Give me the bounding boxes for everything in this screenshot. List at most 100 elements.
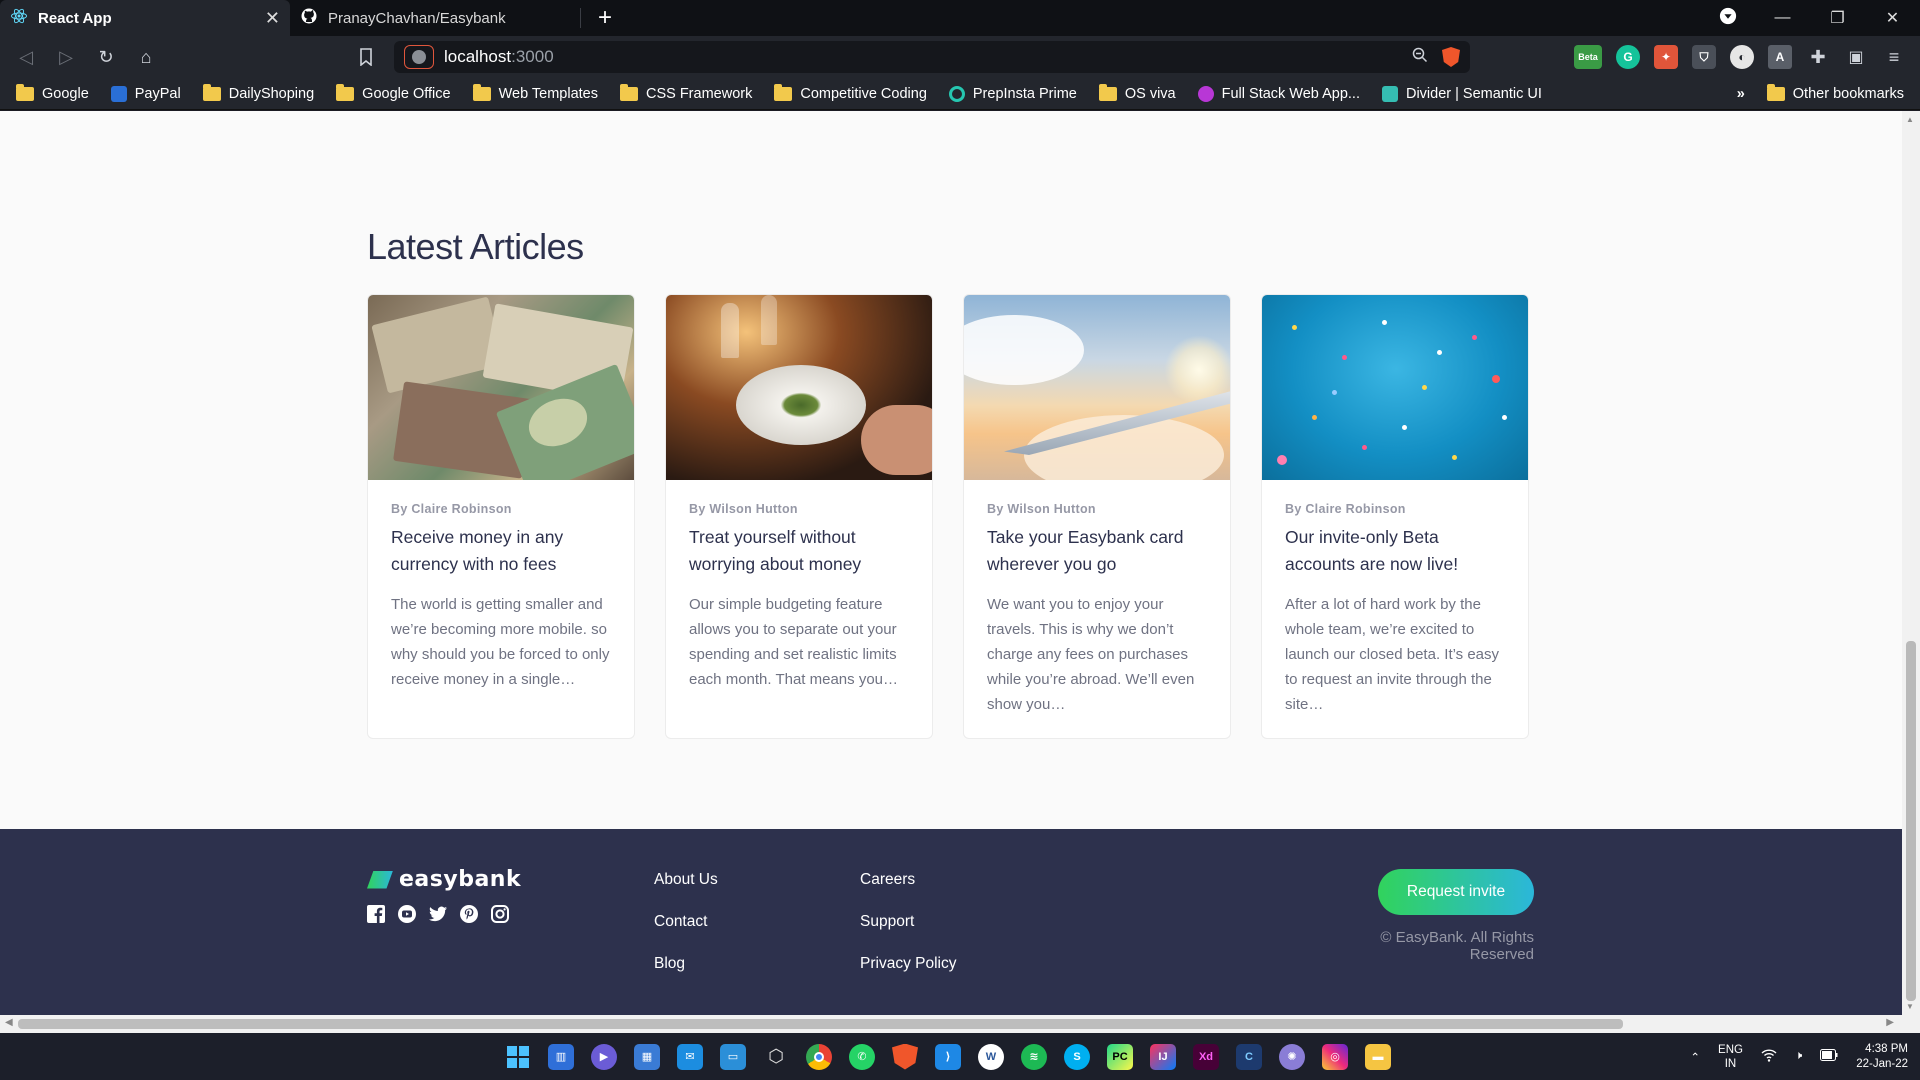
home-icon[interactable]: ⌂ — [134, 45, 158, 69]
article-card[interactable]: By Wilson Hutton Take your Easybank card… — [963, 294, 1231, 739]
word-icon[interactable]: W — [978, 1043, 1004, 1070]
bookmark-paypal[interactable]: PayPal — [110, 85, 181, 102]
clock[interactable]: 4:38 PM 22-Jan-22 — [1856, 1042, 1908, 1072]
scroll-up-icon[interactable]: ▲ — [1906, 115, 1914, 124]
vertical-scroll-thumb[interactable] — [1906, 641, 1916, 1001]
codeblocks-icon[interactable]: C — [1236, 1043, 1262, 1070]
article-title[interactable]: Receive money in any currency with no fe… — [391, 524, 612, 578]
zoom-icon[interactable] — [1412, 47, 1428, 68]
font-extension-icon[interactable]: A — [1768, 45, 1792, 69]
windows-taskbar: ▥ ▶ ▦ ✉ ▭ ⬡ ✆ ⟩ W ≋ S PC IJ Xd C ✺ ◎ ▬ ⌃… — [0, 1033, 1920, 1080]
scroll-left-icon[interactable]: ◀ — [5, 1017, 13, 1028]
extensions-puzzle-icon[interactable]: ✚ — [1806, 45, 1830, 69]
footer-link-about-us[interactable]: About Us — [654, 869, 718, 891]
instagram-icon[interactable] — [491, 905, 509, 923]
brave-shield-icon[interactable] — [1442, 47, 1460, 67]
more-bookmarks-button[interactable]: » — [1737, 86, 1745, 102]
language-indicator[interactable]: ENG IN — [1718, 1043, 1743, 1071]
footer-link-careers[interactable]: Careers — [860, 869, 956, 891]
brave-menu-icon[interactable] — [1700, 7, 1755, 30]
bookmark-css-framework[interactable]: CSS Framework — [619, 83, 752, 102]
horizontal-scrollbar[interactable]: ◀ ▶ — [0, 1015, 1920, 1033]
footer-link-privacy-policy[interactable]: Privacy Policy — [860, 953, 956, 975]
battery-icon[interactable] — [1820, 1049, 1838, 1064]
reload-icon[interactable]: ↻ — [94, 45, 118, 69]
dark-mode-icon[interactable]: ◐ — [1730, 45, 1754, 69]
wallet-icon[interactable]: ▣ — [1844, 45, 1868, 69]
article-title[interactable]: Take your Easybank card wherever you go — [987, 524, 1208, 578]
remote-desktop-icon[interactable]: ▭ — [720, 1043, 746, 1070]
footer-links-col-1: About Us Contact Blog — [654, 869, 718, 975]
3d-viewer-icon[interactable]: ⬡ — [763, 1044, 789, 1070]
mail-icon[interactable]: ✉ — [677, 1043, 703, 1070]
pycharm-icon[interactable]: PC — [1107, 1043, 1133, 1070]
intellij-icon[interactable]: IJ — [1150, 1043, 1176, 1070]
pinterest-icon[interactable] — [460, 905, 478, 923]
bookmark-competitive-coding[interactable]: Competitive Coding — [774, 83, 927, 102]
store-icon[interactable]: ▦ — [634, 1043, 660, 1070]
site-info-icon[interactable] — [404, 45, 434, 69]
article-card[interactable]: By Claire Robinson Our invite-only Beta … — [1261, 294, 1529, 739]
skype-icon[interactable]: S — [1064, 1043, 1090, 1070]
scroll-right-icon[interactable]: ▶ — [1886, 1017, 1894, 1028]
brave-icon[interactable] — [892, 1043, 918, 1070]
easybank-logo[interactable]: easybank — [367, 867, 521, 892]
article-card[interactable]: By Wilson Hutton Treat yourself without … — [665, 294, 933, 739]
footer-link-contact[interactable]: Contact — [654, 911, 718, 933]
vertical-scrollbar[interactable]: ▲ ▼ — [1902, 111, 1920, 1015]
extension-red-icon[interactable]: ✦ — [1654, 45, 1678, 69]
new-tab-button[interactable]: + — [581, 0, 629, 36]
restore-icon[interactable]: ❐ — [1810, 8, 1865, 28]
wifi-icon[interactable] — [1761, 1048, 1777, 1065]
twitter-icon[interactable] — [429, 905, 447, 923]
forward-icon[interactable]: ▷ — [54, 45, 78, 69]
article-title[interactable]: Treat yourself without worrying about mo… — [689, 524, 910, 578]
bookmark-full-stack[interactable]: Full Stack Web App... — [1197, 85, 1360, 102]
bookmark-os-viva[interactable]: OS viva — [1098, 83, 1176, 102]
bookmark-google[interactable]: Google — [16, 83, 89, 102]
footer-link-support[interactable]: Support — [860, 911, 956, 933]
shield-extension-icon[interactable]: ⛉ — [1692, 45, 1716, 69]
tab-github[interactable]: PranayChavhan/Easybank — [290, 0, 580, 36]
bookmark-dailyshoping[interactable]: DailyShoping — [202, 83, 314, 102]
teams-chat-icon[interactable]: ▶ — [591, 1043, 617, 1070]
volume-muted-icon[interactable]: 🕨 — [1795, 1050, 1802, 1063]
tab-title: PranayChavhan/Easybank — [328, 9, 506, 27]
instagram-app-icon[interactable]: ◎ — [1322, 1043, 1348, 1070]
widgets-icon[interactable]: ▥ — [548, 1043, 574, 1070]
facebook-icon[interactable] — [367, 905, 385, 923]
chrome-icon[interactable] — [806, 1043, 832, 1070]
bookmark-icon[interactable] — [354, 45, 378, 69]
close-tab-icon[interactable]: ✕ — [265, 8, 280, 29]
start-icon[interactable] — [505, 1044, 531, 1070]
bookmark-semantic-ui[interactable]: Divider | Semantic UI — [1381, 85, 1542, 102]
beta-extension-icon[interactable]: Beta — [1574, 45, 1602, 69]
bookmark-prepinsta[interactable]: PrepInsta Prime — [948, 85, 1077, 102]
bookmark-google-office[interactable]: Google Office — [336, 83, 451, 102]
adobe-xd-icon[interactable]: Xd — [1193, 1043, 1219, 1070]
youtube-icon[interactable] — [398, 905, 416, 923]
address-bar[interactable]: localhost:3000 — [394, 41, 1470, 73]
app-launcher-icon[interactable]: ✺ — [1279, 1043, 1305, 1070]
file-explorer-icon[interactable]: ▬ — [1365, 1043, 1391, 1070]
back-icon[interactable]: ◁ — [14, 45, 38, 69]
tab-react-app[interactable]: React App ✕ — [0, 0, 290, 36]
horizontal-scroll-thumb[interactable] — [18, 1019, 1623, 1029]
footer-link-blog[interactable]: Blog — [654, 953, 718, 975]
request-invite-button[interactable]: Request invite — [1378, 869, 1534, 915]
chevron-up-icon[interactable]: ⌃ — [1690, 1050, 1700, 1064]
bookmark-label: PrepInsta Prime — [972, 85, 1077, 102]
whatsapp-icon[interactable]: ✆ — [849, 1043, 875, 1070]
bookmark-web-templates[interactable]: Web Templates — [472, 83, 598, 102]
scroll-down-icon[interactable]: ▼ — [1906, 1002, 1914, 1011]
article-card[interactable]: By Claire Robinson Receive money in any … — [367, 294, 635, 739]
minimize-icon[interactable]: — — [1755, 9, 1810, 27]
grammarly-icon[interactable]: G — [1616, 45, 1640, 69]
fullstack-icon — [1197, 85, 1214, 102]
spotify-icon[interactable]: ≋ — [1021, 1043, 1047, 1070]
other-bookmarks[interactable]: Other bookmarks — [1766, 83, 1904, 102]
menu-icon[interactable]: ≡ — [1882, 45, 1906, 69]
vscode-icon[interactable]: ⟩ — [935, 1043, 961, 1070]
article-title[interactable]: Our invite-only Beta accounts are now li… — [1285, 524, 1506, 578]
close-window-icon[interactable]: ✕ — [1865, 8, 1920, 28]
